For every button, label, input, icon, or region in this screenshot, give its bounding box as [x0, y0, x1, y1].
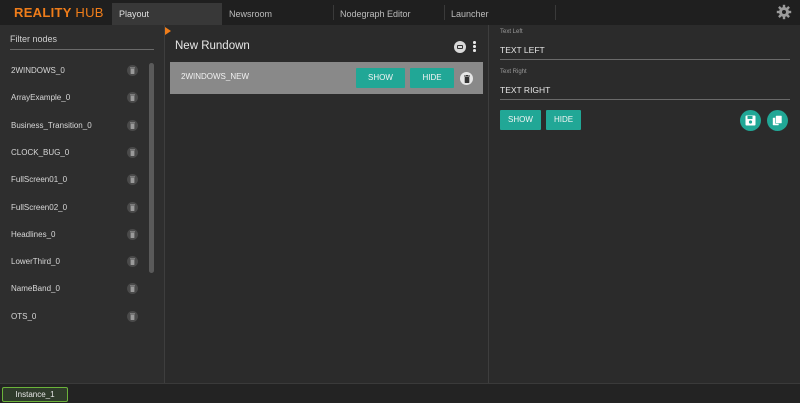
node-list-item[interactable]: FullScreen02_0: [0, 195, 150, 222]
node-list-item[interactable]: 2WINDOWS_0: [0, 58, 150, 85]
text-right-field[interactable]: TEXT RIGHT: [500, 85, 550, 95]
tab-newsroom[interactable]: Newsroom: [222, 3, 333, 25]
bottom-bar: Instance_1: [0, 383, 800, 403]
trash-icon[interactable]: [127, 65, 138, 76]
text-right-underline: [500, 99, 790, 100]
text-left-field[interactable]: TEXT LEFT: [500, 45, 545, 55]
node-label: ArrayExample_0: [11, 93, 71, 103]
properties-panel: Text Left TEXT LEFT Text Right TEXT RIGH…: [489, 25, 800, 383]
node-label: OTS_0: [11, 311, 37, 321]
corner-marker: [165, 27, 171, 35]
rundown-item[interactable]: 2WINDOWS_NEW SHOW HIDE: [170, 62, 483, 94]
scrollbar-thumb[interactable]: [149, 63, 154, 273]
trash-icon[interactable]: [460, 72, 473, 85]
settings-gear-icon[interactable]: [776, 4, 792, 20]
text-left-label: Text Left: [500, 29, 523, 35]
more-vertical-icon[interactable]: [473, 41, 477, 53]
save-icon[interactable]: [740, 110, 761, 131]
trash-icon[interactable]: [127, 146, 138, 158]
node-list-item[interactable]: NameBand_0: [0, 276, 150, 303]
filter-nodes-input[interactable]: Filter nodes: [10, 34, 57, 44]
node-label: NameBand_0: [11, 284, 60, 294]
node-label: Headlines_0: [11, 229, 56, 239]
rundown-panel: New Rundown 2WINDOWS_NEW SHOW HIDE: [165, 25, 488, 383]
logo-hub: HUB: [75, 5, 104, 20]
tab-divider: [555, 5, 556, 20]
trash-icon[interactable]: [127, 228, 138, 240]
show-button[interactable]: SHOW: [500, 110, 541, 130]
node-label: Business_Transition_0: [11, 120, 92, 130]
rundown-title: New Rundown: [175, 40, 250, 52]
instance-tab[interactable]: Instance_1: [2, 387, 68, 402]
rundown-item-label: 2WINDOWS_NEW: [181, 72, 249, 81]
trash-icon[interactable]: [127, 92, 138, 104]
node-list-item[interactable]: FullScreen01_0: [0, 167, 150, 194]
node-label: LowerThird_0: [11, 257, 60, 267]
trash-icon[interactable]: [127, 201, 138, 213]
trash-icon[interactable]: [127, 283, 138, 295]
node-list-item[interactable]: OTS_0: [0, 304, 150, 331]
trash-icon[interactable]: [127, 119, 138, 131]
node-list-item[interactable]: ArrayExample_0: [0, 85, 150, 112]
tab-launcher[interactable]: Launcher: [444, 3, 555, 25]
filter-underline: [10, 49, 154, 50]
node-list-item[interactable]: Business_Transition_0: [0, 113, 150, 140]
node-label: 2WINDOWS_0: [11, 66, 65, 75]
node-list-item[interactable]: CLOCK_BUG_0: [0, 140, 150, 167]
logo-reality: REALITY: [14, 5, 72, 20]
node-label: FullScreen02_0: [11, 202, 68, 212]
copy-icon[interactable]: [767, 110, 788, 131]
trash-icon[interactable]: [127, 310, 138, 322]
app-window: REALITY HUB Playout Newsroom Nodegraph E…: [0, 0, 800, 403]
node-label: FullScreen01_0: [11, 175, 68, 185]
text-left-underline: [500, 59, 790, 60]
nodes-panel: Filter nodes 2WINDOWS_0 ArrayExample_0 Bus…: [0, 25, 164, 383]
node-list-item[interactable]: Headlines_0: [0, 222, 150, 249]
hide-button[interactable]: HIDE: [546, 110, 581, 130]
node-label: CLOCK_BUG_0: [11, 147, 70, 157]
top-bar: REALITY HUB Playout Newsroom Nodegraph E…: [0, 0, 800, 25]
tab-playout[interactable]: Playout: [112, 3, 222, 25]
show-button[interactable]: SHOW: [356, 68, 405, 88]
trash-icon[interactable]: [127, 256, 138, 268]
text-right-label: Text Right: [500, 69, 527, 75]
logo: REALITY HUB: [14, 5, 104, 20]
node-list-item[interactable]: LowerThird_0: [0, 249, 150, 276]
hide-button[interactable]: HIDE: [410, 68, 454, 88]
tab-nodegraph-editor[interactable]: Nodegraph Editor: [333, 3, 444, 25]
tv-icon[interactable]: [454, 41, 466, 53]
trash-icon[interactable]: [127, 174, 138, 186]
